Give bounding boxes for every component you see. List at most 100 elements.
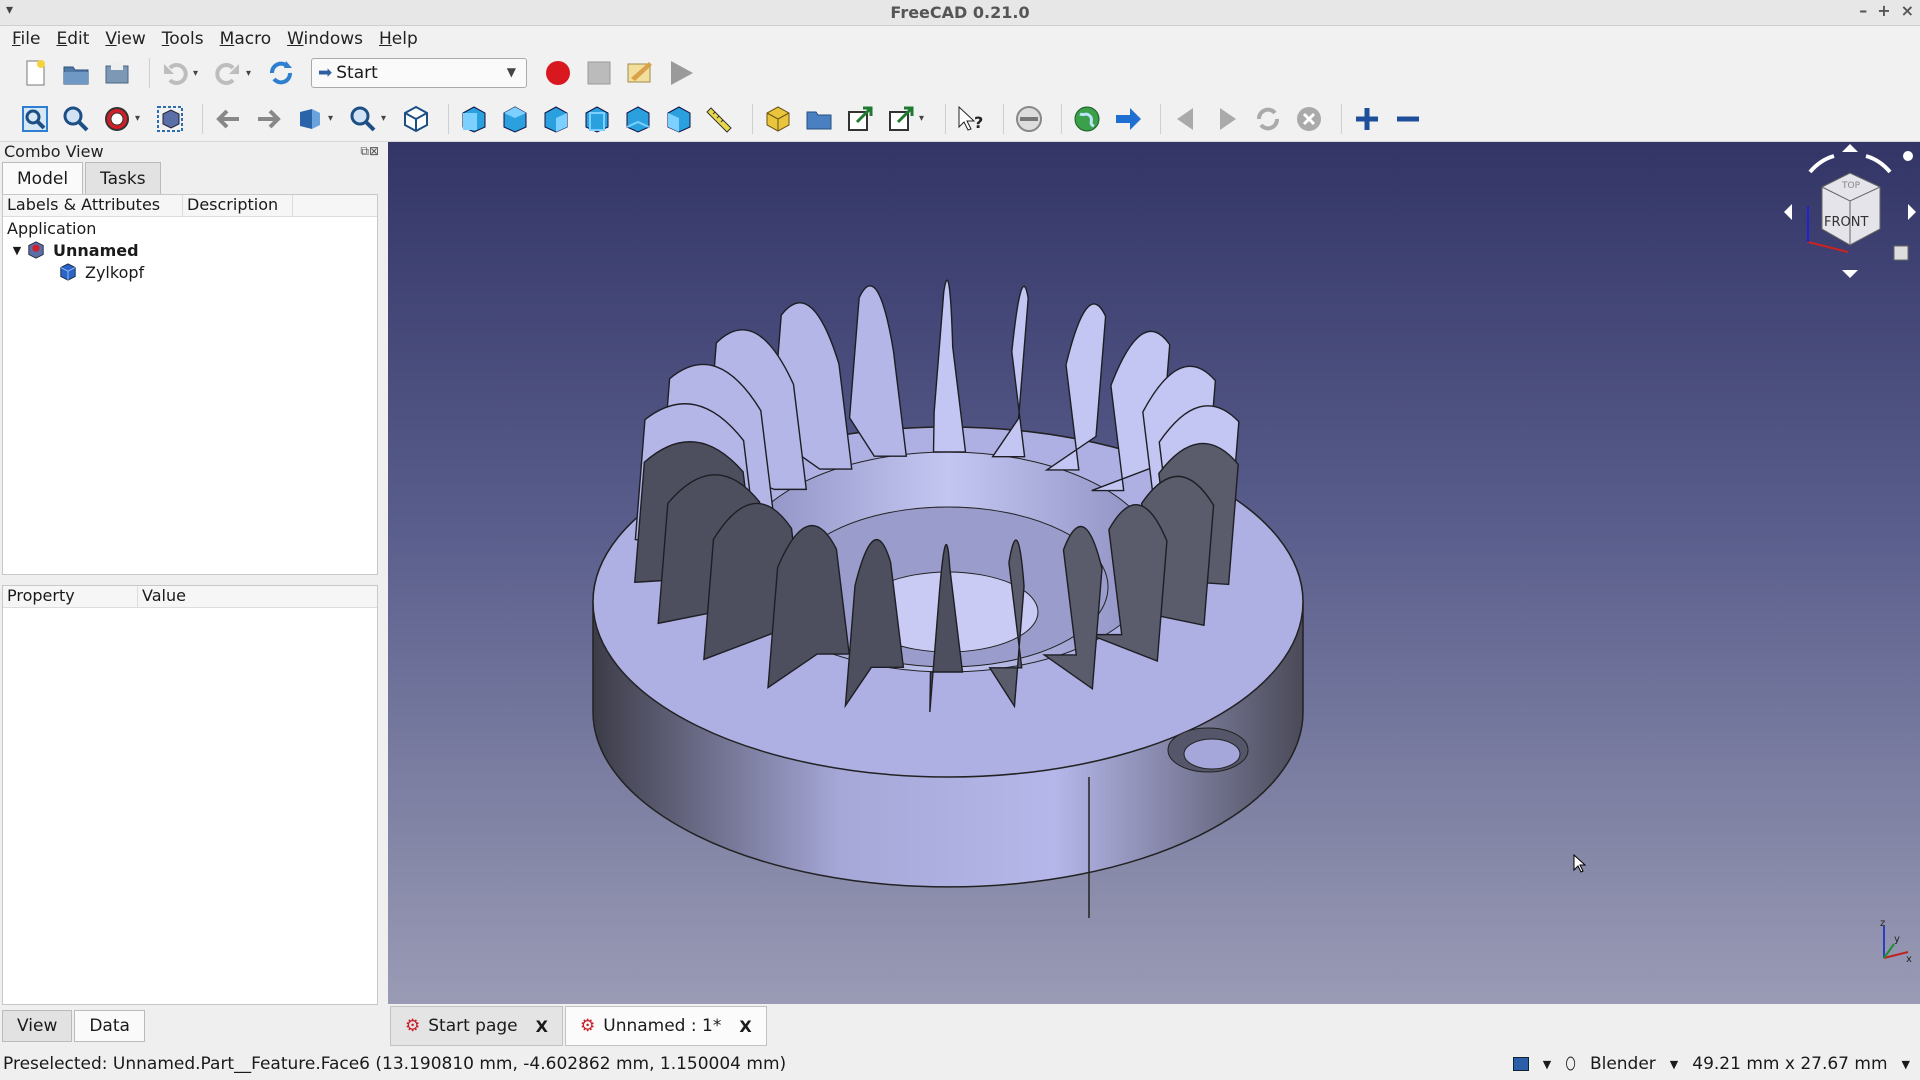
navigation-cube[interactable]: FRONT TOP xyxy=(1780,142,1920,282)
rotate-right-icon xyxy=(1865,154,1892,174)
nav-right-arrow-icon xyxy=(1908,204,1916,220)
expand-arrow-icon[interactable]: ▼ xyxy=(7,244,27,257)
property-column-name[interactable]: Property xyxy=(3,586,138,607)
draw-mode-icon[interactable] xyxy=(1512,1057,1529,1071)
bounding-box-button[interactable] xyxy=(153,102,187,136)
tab-model[interactable]: Model xyxy=(2,162,84,194)
rear-view-button[interactable] xyxy=(580,102,614,136)
draw-style-dropdown-icon[interactable]: ▾ xyxy=(135,113,145,124)
zoom-button[interactable] xyxy=(346,102,380,136)
axis-triad: z x y xyxy=(1880,918,1912,965)
menu-help[interactable]: Help xyxy=(371,29,426,49)
open-document-button[interactable] xyxy=(59,56,93,90)
window-menu-icon[interactable]: ▾ xyxy=(6,2,13,18)
measure-distance-button[interactable] xyxy=(703,102,737,136)
panel-close-icon[interactable]: ⊠ xyxy=(369,144,379,158)
nav-cube-front-label: FRONT xyxy=(1824,215,1868,230)
tree-column-labels[interactable]: Labels & Attributes xyxy=(3,195,183,216)
combo-view-panel: Combo View ⧉⊠ Model Tasks Labels & Attri… xyxy=(0,142,385,1047)
tree-item-object[interactable]: Zylkopf xyxy=(3,261,377,283)
tab-start-page[interactable]: ⚙ Start page X xyxy=(390,1006,563,1046)
front-view-button[interactable] xyxy=(457,102,491,136)
fit-selection-button[interactable] xyxy=(59,102,93,136)
web-refresh-button[interactable] xyxy=(1251,102,1285,136)
web-back-button[interactable] xyxy=(1169,102,1203,136)
minimize-icon[interactable]: – xyxy=(1859,1,1867,20)
part-model-render[interactable] xyxy=(388,142,1920,1004)
zoom-in-button[interactable] xyxy=(1350,102,1384,136)
nav-up-arrow-icon xyxy=(1842,144,1858,152)
tab-tasks[interactable]: Tasks xyxy=(85,162,161,194)
web-open-button[interactable] xyxy=(1111,102,1145,136)
part-feature-icon xyxy=(59,263,79,281)
web-stop-loading-button[interactable] xyxy=(1292,102,1326,136)
tree-column-description[interactable]: Description xyxy=(183,195,293,216)
bottom-view-button[interactable] xyxy=(621,102,655,136)
mouse-cursor-icon xyxy=(1573,854,1587,873)
property-column-value[interactable]: Value xyxy=(138,586,368,607)
dimensions-dropdown-icon[interactable]: ▼ xyxy=(1902,1058,1910,1071)
navigation-style-dropdown-icon[interactable]: ▼ xyxy=(1670,1058,1678,1071)
menu-macro[interactable]: Macro xyxy=(212,29,279,49)
workbench-selector[interactable]: ➡ Start ▼ xyxy=(311,58,527,88)
web-stop-button[interactable] xyxy=(1012,102,1046,136)
left-view-button[interactable] xyxy=(662,102,696,136)
redo-button[interactable] xyxy=(211,56,245,90)
nav-cube-top-label: TOP xyxy=(1841,181,1861,191)
menu-edit[interactable]: Edit xyxy=(48,29,97,49)
menu-view[interactable]: View xyxy=(97,29,153,49)
create-part-button[interactable] xyxy=(761,102,795,136)
refresh-button[interactable] xyxy=(264,56,298,90)
maximize-icon[interactable]: + xyxy=(1877,1,1890,20)
save-document-button[interactable] xyxy=(100,56,134,90)
forward-button[interactable] xyxy=(252,102,286,136)
zoom-dropdown-icon[interactable]: ▾ xyxy=(381,113,391,124)
record-macro-button[interactable] xyxy=(541,56,575,90)
menu-windows[interactable]: Windows xyxy=(279,29,371,49)
web-home-button[interactable] xyxy=(1070,102,1104,136)
fit-all-button[interactable] xyxy=(18,102,52,136)
web-forward-button[interactable] xyxy=(1210,102,1244,136)
navigation-style-selector[interactable]: Blender xyxy=(1590,1054,1656,1074)
execute-macro-button[interactable] xyxy=(664,56,698,90)
tab-unnamed-document[interactable]: ⚙ Unnamed : 1* X xyxy=(565,1006,767,1046)
close-icon[interactable]: × xyxy=(1901,1,1914,20)
sync-view-button[interactable] xyxy=(293,102,327,136)
tab-close-icon[interactable]: X xyxy=(739,1017,751,1036)
tab-view-properties[interactable]: View xyxy=(2,1010,73,1042)
undo-dropdown-icon[interactable]: ▾ xyxy=(193,68,203,79)
sync-view-dropdown-icon[interactable]: ▾ xyxy=(328,113,338,124)
back-button[interactable] xyxy=(211,102,245,136)
isometric-view-button[interactable] xyxy=(399,102,433,136)
tree-item-object-label: Zylkopf xyxy=(85,262,145,282)
menu-tools[interactable]: Tools xyxy=(154,29,212,49)
menu-file[interactable]: File xyxy=(4,29,48,49)
whats-this-button[interactable]: ? xyxy=(954,102,988,136)
window-title: FreeCAD 0.21.0 xyxy=(890,3,1030,22)
tree-item-document[interactable]: ▼ Unnamed xyxy=(3,239,377,261)
right-view-button[interactable] xyxy=(539,102,573,136)
redo-dropdown-icon[interactable]: ▾ xyxy=(246,68,256,79)
undock-icon[interactable]: ⧉ xyxy=(360,144,369,158)
link-actions-button[interactable] xyxy=(884,102,918,136)
draw-mode-dropdown-icon[interactable]: ▼ xyxy=(1543,1058,1551,1071)
tab-close-icon[interactable]: X xyxy=(536,1017,548,1036)
undo-button[interactable] xyxy=(158,56,192,90)
link-actions-dropdown-icon[interactable]: ▾ xyxy=(919,113,929,124)
nav-down-arrow-icon xyxy=(1842,270,1858,278)
freecad-logo-icon: ⚙ xyxy=(580,1016,596,1036)
zoom-out-button[interactable] xyxy=(1391,102,1425,136)
nav-left-arrow-icon xyxy=(1784,204,1792,220)
tree-root-application[interactable]: Application xyxy=(3,217,377,239)
draw-style-button[interactable] xyxy=(100,102,134,136)
tab-data-properties[interactable]: Data xyxy=(74,1010,145,1042)
document-tabs: ⚙ Start page X ⚙ Unnamed : 1* X xyxy=(388,1004,1920,1048)
tree-item-document-label: Unnamed xyxy=(53,240,139,260)
edit-macro-button[interactable] xyxy=(623,56,657,90)
top-view-button[interactable] xyxy=(498,102,532,136)
3d-viewport[interactable]: FRONT TOP z x y xyxy=(388,142,1920,1004)
stop-macro-button[interactable] xyxy=(582,56,616,90)
new-document-button[interactable] xyxy=(18,56,52,90)
create-group-button[interactable] xyxy=(802,102,836,136)
create-link-button[interactable] xyxy=(843,102,877,136)
